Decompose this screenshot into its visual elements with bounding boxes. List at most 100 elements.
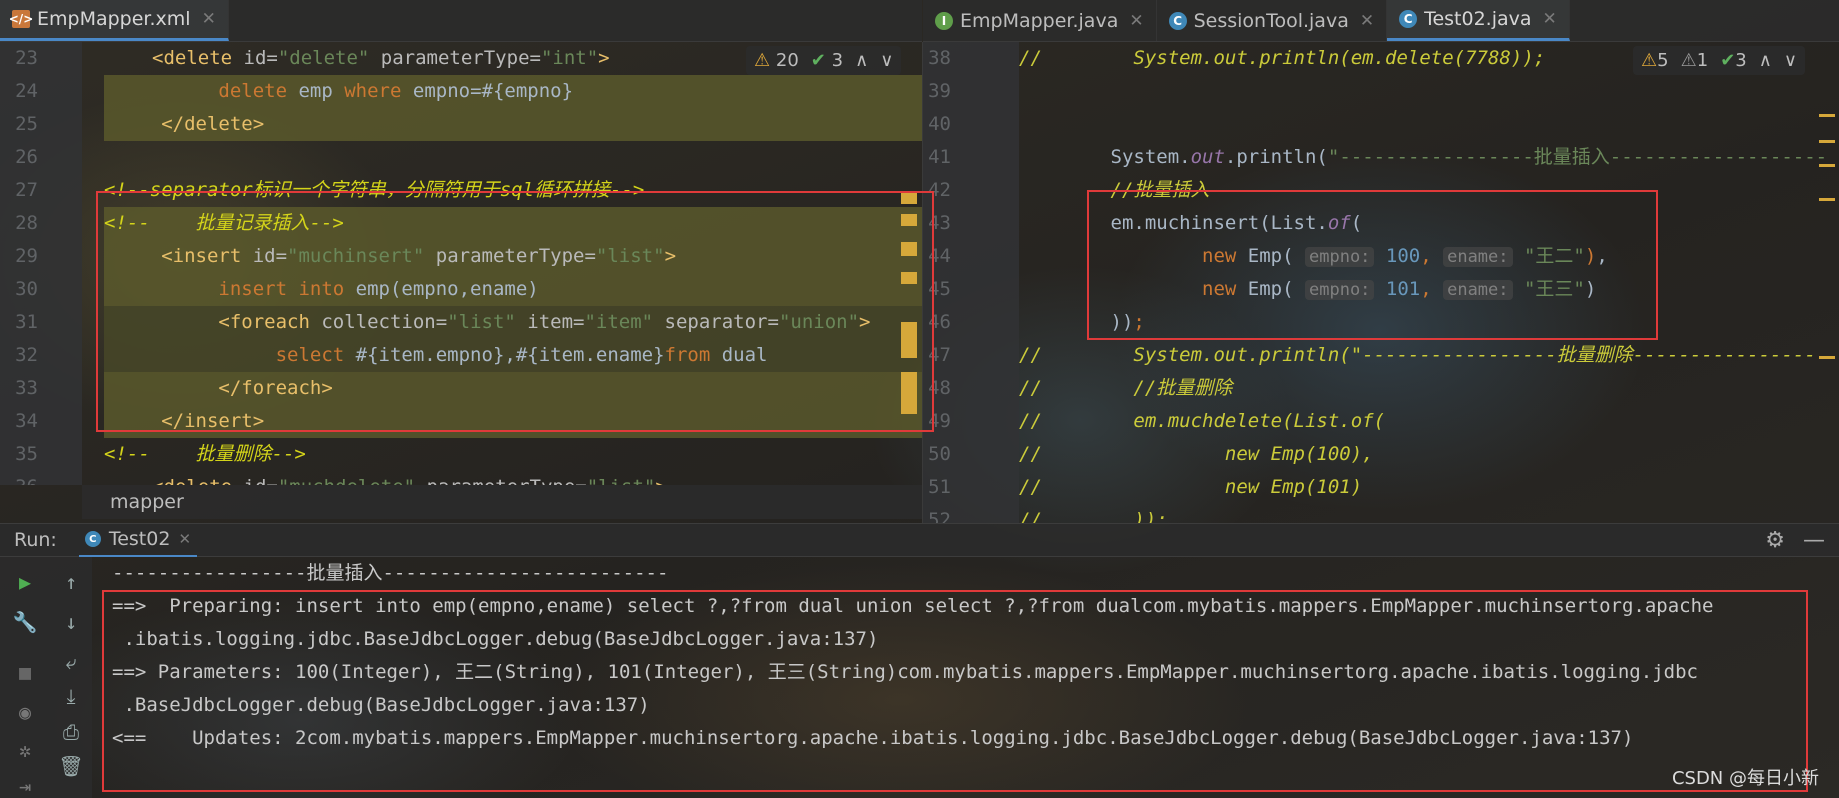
tab-empmapper-java[interactable]: I EmpMapper.java ✕ xyxy=(923,0,1157,41)
run-console[interactable]: -----------------批量插入-------------------… xyxy=(92,557,1839,798)
code-line: // new Emp(101) xyxy=(1019,476,1363,498)
chevron-up-icon[interactable]: ∧ xyxy=(1759,50,1772,71)
code-line: System.out.println("-----------------批量插… xyxy=(1110,146,1828,168)
stop-icon[interactable]: ■ xyxy=(12,659,38,685)
line-number: 25 xyxy=(15,113,38,135)
console-line: <== Updates: 2com.mybatis.mappers.EmpMap… xyxy=(112,727,1634,749)
code-line: <delete id="delete" parameterType="int"> xyxy=(152,47,610,69)
weak-warning-icon: ⚠ xyxy=(1680,50,1697,71)
line-number: 28 xyxy=(15,212,38,234)
check-count[interactable]: ✔ 3 xyxy=(811,50,843,71)
line-number: 26 xyxy=(15,146,38,168)
error-stripe[interactable] xyxy=(1819,114,1835,364)
code-line: select #{item.empno},#{item.ename}from d… xyxy=(104,339,922,372)
watermark: CSDN @每日小新 xyxy=(1671,768,1819,789)
line-number: 29 xyxy=(15,245,38,267)
console-line: .ibatis.logging.jdbc.BaseJdbcLogger.debu… xyxy=(112,628,879,650)
left-editor[interactable]: 23 <delete id="delete" parameterType="int… xyxy=(0,42,922,485)
code-line: insert into emp(empno,ename) xyxy=(104,273,922,306)
line-number: 46 xyxy=(928,311,951,333)
line-number: 52 xyxy=(928,509,951,523)
settings-icon[interactable]: ✲ xyxy=(12,737,38,763)
print-icon[interactable]: ⎙ xyxy=(58,719,84,745)
chevron-up-icon[interactable]: ∧ xyxy=(855,50,868,71)
line-number: 42 xyxy=(928,179,951,201)
trash-icon[interactable]: 🗑 xyxy=(58,753,84,779)
line-number: 40 xyxy=(928,113,951,135)
chevron-down-icon[interactable]: ∨ xyxy=(880,50,893,71)
code-line: // em.muchdelete(List.of( xyxy=(1019,410,1386,432)
class-icon: C xyxy=(1168,11,1187,30)
line-number: 27 xyxy=(15,179,38,201)
line-number: 36 xyxy=(0,471,38,485)
run-tab-test02[interactable]: C Test02 ✕ xyxy=(78,523,198,557)
tab-label: SessionTool.java xyxy=(1193,9,1349,32)
camera-icon[interactable]: ◉ xyxy=(12,699,38,725)
close-icon[interactable]: ✕ xyxy=(178,530,191,548)
arrow-up-icon[interactable]: ↑ xyxy=(58,569,84,595)
minimize-icon[interactable]: — xyxy=(1803,528,1825,553)
code-line: <foreach collection="list" item="item" s… xyxy=(104,306,922,339)
code-line: new Emp( empno: 101, ename: "王三") xyxy=(1202,278,1597,300)
warning-count[interactable]: ⚠5 xyxy=(1641,50,1669,71)
exit-icon[interactable]: ⇥ xyxy=(12,773,38,798)
console-line: -----------------批量插入-------------------… xyxy=(112,562,669,584)
line-number: 23 xyxy=(15,47,38,69)
weak-warning-count[interactable]: ⚠1 xyxy=(1681,50,1709,71)
tab-empmapper-xml[interactable]: </> EmpMapper.xml ✕ xyxy=(0,0,229,41)
tab-label: Test02.java xyxy=(1424,8,1532,30)
check-count[interactable]: ✔3 xyxy=(1720,50,1747,71)
code-comment: <!-- 批量记录插入--> xyxy=(104,207,922,240)
left-tab-bar: </> EmpMapper.xml ✕ xyxy=(0,0,922,42)
warning-icon: ⚠ xyxy=(754,50,771,71)
line-number: 32 xyxy=(15,344,38,366)
breadcrumb[interactable]: mapper xyxy=(82,485,922,519)
line-number: 41 xyxy=(928,146,951,168)
error-stripe[interactable] xyxy=(901,192,917,472)
wrench-icon[interactable]: 🔧 xyxy=(12,609,38,635)
code-comment: // //批量删除 xyxy=(1019,377,1233,399)
line-number: 33 xyxy=(15,377,38,399)
code-comment: //批量插入 xyxy=(1110,179,1210,201)
tab-sessiontool-java[interactable]: C SessionTool.java ✕ xyxy=(1157,0,1388,41)
close-icon[interactable]: ✕ xyxy=(1543,9,1557,29)
line-number: 31 xyxy=(15,311,38,333)
code-line: // System.out.println("-----------------… xyxy=(1019,344,1816,366)
scroll-to-end-icon[interactable]: ⤓ xyxy=(58,683,84,709)
run-tab-label: Test02 xyxy=(108,528,171,550)
code-line: // new Emp(100), xyxy=(1019,443,1374,465)
xml-file-icon: </> xyxy=(8,10,34,28)
gear-icon[interactable]: ⚙ xyxy=(1765,528,1785,553)
inspection-widget[interactable]: ⚠ 20 ✔ 3 ∧ ∨ xyxy=(746,46,902,75)
arrow-down-icon[interactable]: ↓ xyxy=(58,609,84,635)
warning-count[interactable]: ⚠ 20 xyxy=(754,50,799,71)
right-tab-bar: I EmpMapper.java ✕ C SessionTool.java ✕ … xyxy=(923,0,1839,42)
line-number: 38 xyxy=(928,47,951,69)
inspection-widget[interactable]: ⚠5 ⚠1 ✔3 ∧ ∨ xyxy=(1633,46,1806,75)
breadcrumb-item[interactable]: mapper xyxy=(110,491,184,513)
code-line: new Emp( empno: 100, ename: "王二"), xyxy=(1202,245,1608,267)
line-number: 30 xyxy=(15,278,38,300)
soft-wrap-icon[interactable]: ⤶ xyxy=(58,649,84,675)
line-number: 48 xyxy=(928,377,951,399)
close-icon[interactable]: ✕ xyxy=(1129,11,1143,31)
line-number: 35 xyxy=(15,443,38,465)
close-icon[interactable]: ✕ xyxy=(202,9,216,29)
chevron-down-icon[interactable]: ∨ xyxy=(1784,50,1797,71)
close-icon[interactable]: ✕ xyxy=(1360,11,1374,31)
tab-test02-java[interactable]: C Test02.java ✕ xyxy=(1387,0,1570,41)
run-label: Run: xyxy=(14,529,57,551)
console-line: ==> Parameters: 100(Integer), 王二(String)… xyxy=(112,661,1698,683)
code-line: delete emp where empno=#{empno} xyxy=(104,75,922,108)
line-number: 51 xyxy=(928,476,951,498)
line-number: 24 xyxy=(15,80,38,102)
code-line: // )); xyxy=(1019,509,1168,523)
code-line: <delete id="muchdelete" parameterType="l… xyxy=(152,471,667,485)
editor-splitter[interactable] xyxy=(922,42,923,523)
right-editor[interactable]: 38 // System.out.println(em.delete(7788))… xyxy=(923,42,1839,523)
rerun-icon[interactable]: ▶ xyxy=(12,569,38,595)
run-toolbar: ▶ ↑ 🔧 ↓ ⤶ ■ ⤓ ◉ ⎙ ✲ 🗑 ⇥ xyxy=(0,557,92,798)
line-number: 34 xyxy=(15,410,38,432)
code-line: em.muchinsert(List.of( xyxy=(1110,212,1363,234)
interface-icon: I xyxy=(935,11,953,30)
